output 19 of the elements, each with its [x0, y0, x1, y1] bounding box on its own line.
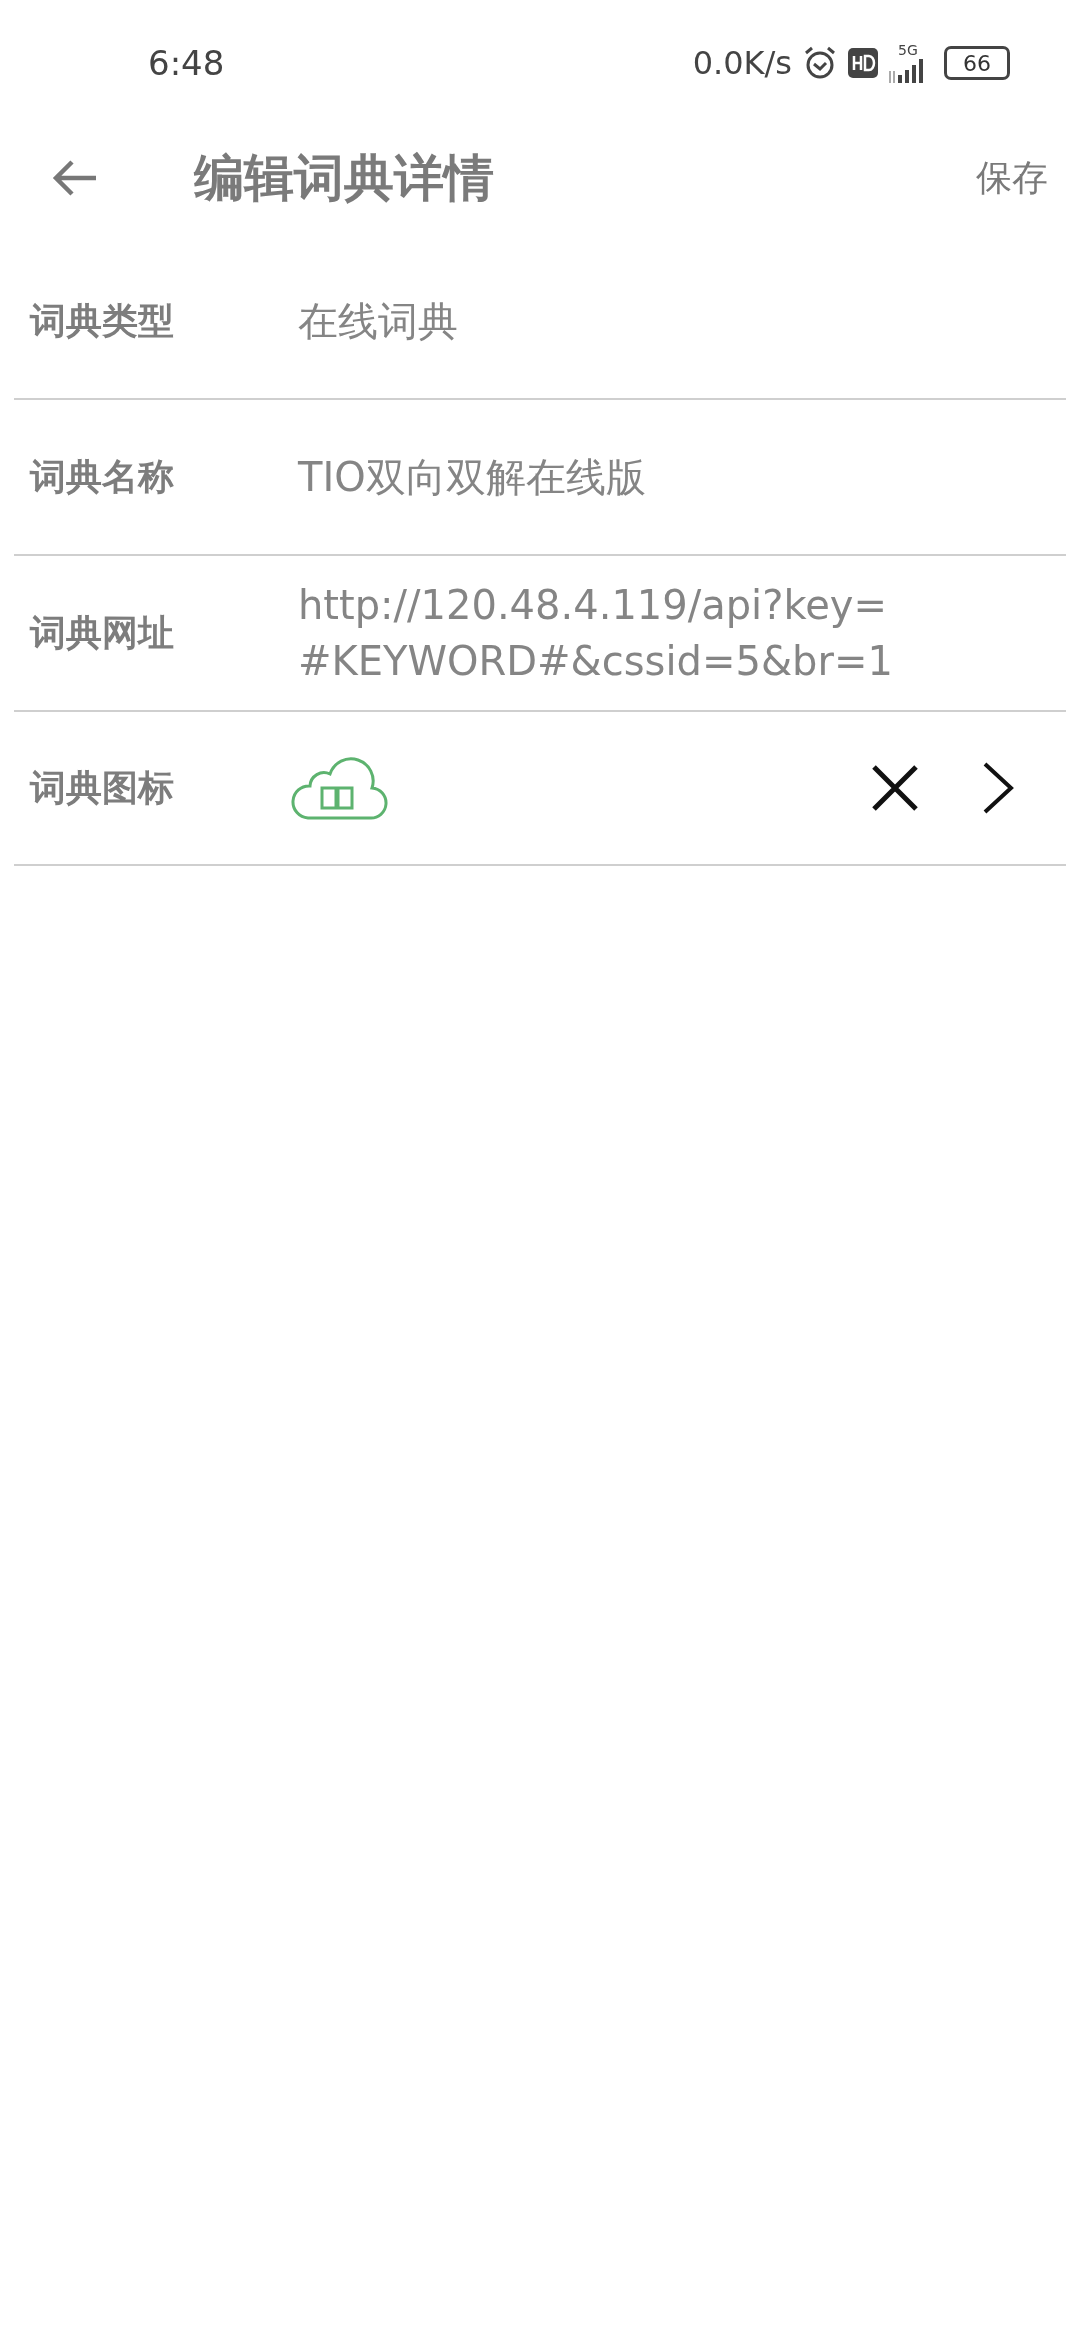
- chevron-right-icon[interactable]: [982, 761, 1014, 815]
- cloud-book-icon: [288, 754, 388, 822]
- field-value[interactable]: 在线词典: [298, 293, 458, 349]
- hd-icon: [848, 48, 878, 78]
- field-label: 词典类型: [30, 298, 175, 343]
- field-value[interactable]: http://120.48.4.119/api?key= #KEYWORD#&cssid=5&br=1: [298, 577, 893, 689]
- page-title: 编辑词典详情: [194, 147, 495, 209]
- network-speed: 0.0K/s: [692, 44, 792, 82]
- field-label: 词典名称: [30, 454, 175, 499]
- field-label: 词典图标: [30, 765, 175, 810]
- field-value[interactable]: TIO双向双解在线版: [298, 449, 646, 505]
- field-label: 词典网址: [30, 610, 175, 655]
- save-button[interactable]: 保存: [976, 153, 1048, 203]
- status-time: 6:48: [148, 43, 225, 83]
- close-icon[interactable]: [870, 763, 920, 813]
- battery-icon: 66: [944, 46, 1010, 80]
- alarm-icon: [802, 45, 838, 81]
- network-type: 5G: [898, 43, 918, 57]
- back-arrow-icon[interactable]: [52, 158, 98, 198]
